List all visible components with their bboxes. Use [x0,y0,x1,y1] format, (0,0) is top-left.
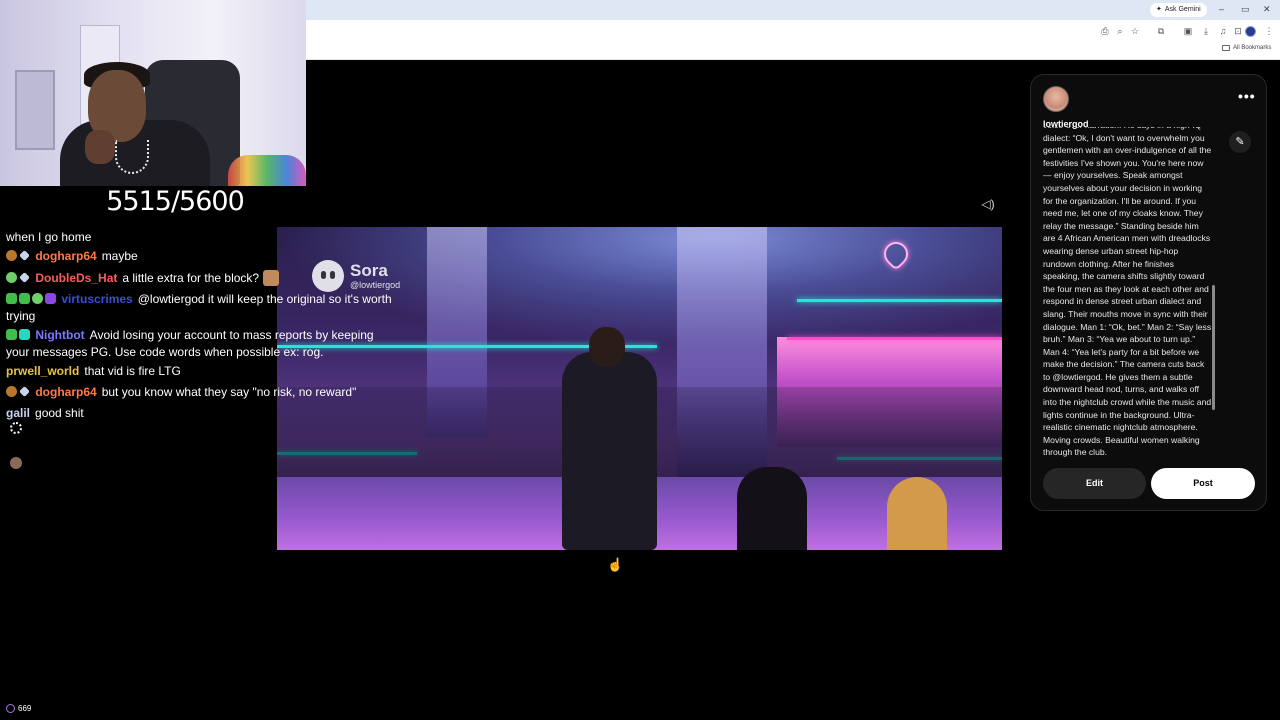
bookmarks-bar [306,40,1280,60]
alien-badge-icon [6,272,17,283]
chat-message: virtuscrimes @lowtiergod it will keep the… [6,290,392,308]
chat-username[interactable]: dogharp64 [35,385,96,399]
folder-icon [1222,45,1230,51]
chat-message: Nightbot Avoid losing your account to mas… [6,326,374,344]
close-window-button[interactable]: ✕ [1263,3,1271,15]
chat-message: DoubleDs_Hat a little extra for the block… [6,269,281,287]
ask-gemini-label: Ask Gemini [1164,6,1201,13]
ask-gemini-button[interactable]: ✦ Ask Gemini [1150,3,1207,17]
viewer-count: 669 [6,704,31,713]
cookie-badge-icon [6,250,17,261]
chat-username[interactable]: dogharp64 [35,249,96,263]
gem-badge-icon [19,272,30,283]
watermark-handle: @lowtiergod [350,280,401,290]
scrollbar-thumb[interactable] [1212,285,1215,410]
all-bookmarks-label: All Bookmarks [1233,45,1272,51]
check-badge-icon [19,293,30,304]
chat-message-text: but you know what they say "no risk, no … [101,385,357,399]
avatar[interactable] [1043,86,1069,112]
chat-message-text: when I go home [6,230,92,244]
chat-message-text: maybe [101,249,138,263]
pencil-icon[interactable]: ✎ [1229,131,1251,153]
chat-message-continuation: trying [6,307,35,325]
hand-cursor-icon: ☝ [607,557,624,572]
all-bookmarks-link[interactable]: All Bookmarks [1222,45,1271,51]
cookie-badge-icon [6,386,17,397]
mute-toggle-icon[interactable]: ◁) [980,196,996,212]
prompt-text: voice-over narration. He says in a high-… [1043,127,1212,458]
alien-badge-icon [32,293,43,304]
emote-icon [263,270,280,286]
chat-message-text: that vid is fire LTG [84,364,181,378]
chat-message-continuation: your messages PG. Use code words when po… [6,343,323,361]
user-avatar-icon [10,457,22,469]
webcam-feed [0,0,306,186]
extensions-icon[interactable]: ⧉ [1155,25,1167,37]
download-icon[interactable]: ⤓ [1200,25,1212,37]
gem-badge-icon [19,250,30,261]
media-icon[interactable]: ♫ [1217,25,1229,37]
sidepanel-icon[interactable]: ▣ [1182,25,1194,37]
edit-button[interactable]: Edit [1043,468,1146,499]
chat-message: dogharp64 maybe [6,247,138,265]
minimize-button[interactable]: – [1219,3,1224,15]
chat-message: when I go home [6,228,91,246]
bookmark-star-icon[interactable]: ☆ [1129,25,1141,37]
chat-message-text: trying [6,309,36,323]
check-badge-icon [6,329,17,340]
sora-watermark: Sora @lowtiergod [312,260,400,292]
install-icon[interactable]: ⎙ [1099,25,1111,37]
bot-badge-icon [19,329,30,340]
gem-badge-icon [19,386,30,397]
maximize-button[interactable]: ▭ [1241,3,1250,15]
chat-message-text: @lowtiergod it will keep the original so… [137,292,392,306]
chat-message: galil good shit [6,404,84,422]
chat-username[interactable]: Nightbot [35,328,84,342]
sora-logo-icon [312,260,344,292]
chat-username[interactable]: DoubleDs_Hat [35,271,117,285]
chat-message-text: Avoid losing your account to mass report… [89,328,374,342]
chat-username[interactable]: prwell_world [6,364,79,378]
zoom-icon[interactable]: ⌕ [1114,25,1126,37]
cast-icon[interactable]: ⊡ [1232,25,1244,37]
viewers-icon [6,704,15,713]
profile-avatar[interactable] [1245,26,1256,37]
chat-message-text: good shit [35,406,84,420]
browser-titlebar [306,0,1280,20]
post-button[interactable]: Post [1151,468,1255,499]
check-badge-icon [6,293,17,304]
more-options-icon[interactable]: ••• [1238,88,1256,104]
chat-message: dogharp64 but you know what they say "no … [6,383,356,401]
chat-username[interactable]: galil [6,406,30,420]
chat-username[interactable]: virtuscrimes [61,292,132,306]
chat-message-text: a little extra for the block? [122,271,260,285]
viewer-count-value: 669 [18,704,32,713]
purple-badge-icon [45,293,56,304]
man-in-suit [562,352,657,550]
post-details-panel: ••• lowtiergod voice-over narration. He … [1030,74,1267,511]
loading-spinner-icon [10,422,22,434]
goal-counter: 5515/5600 [106,186,245,217]
browser-menu-icon[interactable]: ⋮ [1263,25,1275,37]
prompt-description: voice-over narration. He says in a high-… [1043,127,1213,459]
sparkle-icon: ✦ [1156,6,1162,13]
watermark-name: Sora [350,261,388,280]
chat-message: prwell_world that vid is fire LTG [6,362,181,380]
chat-message-text: your messages PG. Use code words when po… [6,345,324,359]
